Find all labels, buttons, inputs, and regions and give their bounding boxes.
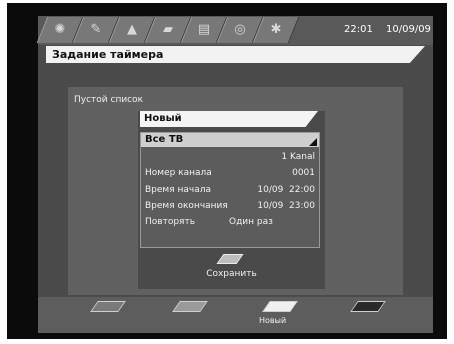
channel-name-row[interactable]: 1 Kanal	[141, 150, 319, 164]
timer-fields-box: Все ТВ 1 Kanal Номер канала 0001 Время н…	[140, 132, 320, 248]
start-time-label: Время начала	[145, 185, 211, 195]
tv-screen: ✺ ✎ ▲ ▰ ▤ ◎ ✱ 22:01 10/09/09 Задание тай…	[7, 3, 447, 339]
green-key-button[interactable]	[172, 301, 208, 312]
timer-content: Пустой список Новый Все ТВ 1 Kanal Номер…	[68, 87, 403, 295]
start-time-value: 10/09 22:00	[257, 185, 315, 195]
yellow-key-button[interactable]	[262, 301, 298, 312]
tools-icon: ✎	[90, 22, 102, 37]
clock-time: 22:01	[344, 24, 373, 35]
channel-list-value: Все ТВ	[145, 134, 184, 145]
red-key-button[interactable]	[90, 301, 126, 312]
yellow-key-label: Новый	[259, 316, 287, 325]
repeat-label: Повторять	[145, 217, 196, 227]
empty-list-label: Пустой список	[74, 95, 144, 105]
repeat-value: Один раз	[229, 217, 273, 227]
channel-name-value: 1 Kanal	[281, 152, 315, 162]
start-time-row[interactable]: Время начала 10/09 22:00	[141, 183, 319, 197]
media-icon: ▤	[197, 22, 211, 37]
signal-icon: ▲	[127, 22, 137, 37]
blue-key-button[interactable]	[350, 301, 386, 312]
timer-entry-label: Новый	[144, 113, 182, 124]
top-menu-bar: ✺ ✎ ▲ ▰ ▤ ◎ ✱ 22:01 10/09/09	[36, 16, 433, 45]
end-time-label: Время окончания	[145, 201, 228, 211]
page-title: Задание таймера	[52, 48, 164, 61]
end-time-row[interactable]: Время окончания 10/09 23:00	[141, 199, 319, 213]
sync-icon: ✱	[270, 22, 282, 37]
color-key-bar: Новый	[38, 297, 433, 333]
repeat-row[interactable]: Повторять Один раз	[141, 215, 319, 229]
movie-icon: ▰	[163, 22, 173, 37]
window-title-bar: Задание таймера	[46, 46, 425, 63]
channel-list-select[interactable]: Все ТВ	[141, 133, 319, 147]
save-label: Сохранить	[206, 269, 257, 279]
save-button[interactable]	[216, 254, 244, 264]
osd-frame: ✺ ✎ ▲ ▰ ▤ ◎ ✱ 22:01 10/09/09 Задание тай…	[36, 16, 433, 333]
satellite-icon: ✺	[54, 22, 66, 37]
channel-number-row[interactable]: Номер канала 0001	[141, 166, 319, 180]
channel-number-value: 0001	[292, 168, 315, 178]
timer-entry-new[interactable]: Новый	[140, 111, 318, 127]
dropdown-arrow-icon	[309, 138, 317, 146]
tab-sync[interactable]: ✱	[252, 17, 300, 43]
clock-date: 10/09/09	[386, 24, 431, 35]
timer-edit-panel: Новый Все ТВ 1 Kanal Номер канала 0001 В…	[138, 111, 325, 289]
channel-number-label: Номер канала	[145, 168, 212, 178]
disc-icon: ◎	[234, 22, 246, 37]
end-time-value: 10/09 23:00	[257, 201, 315, 211]
